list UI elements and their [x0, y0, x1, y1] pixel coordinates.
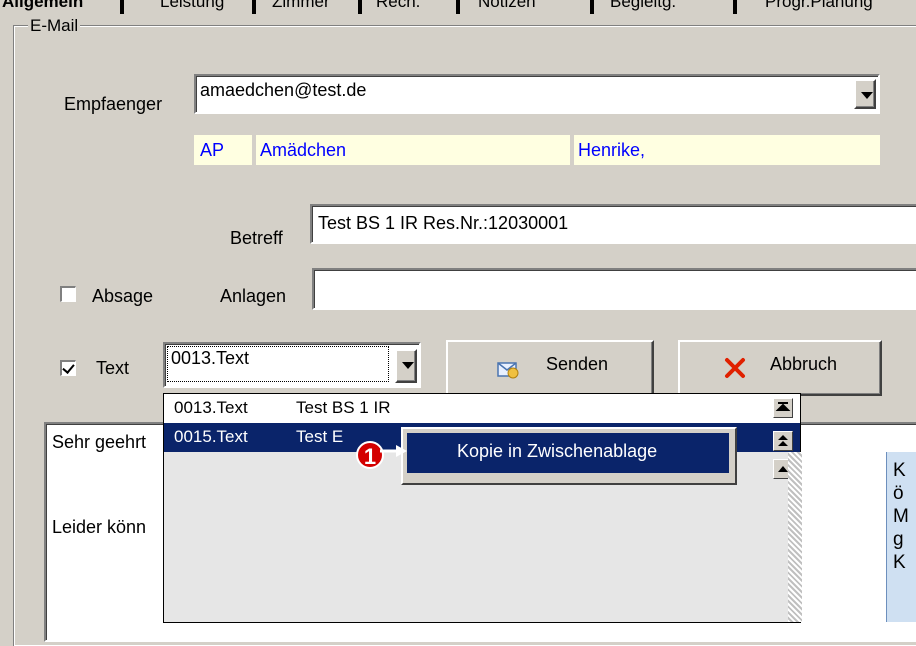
send-button-label: Senden	[546, 354, 609, 374]
subject-value: Test BS 1 IR Res.Nr.:12030001	[318, 213, 569, 233]
absage-checkbox[interactable]	[60, 286, 76, 302]
tab-zimmer[interactable]: Zimmer	[272, 0, 330, 12]
send-button[interactable]: Senden	[446, 340, 654, 396]
email-group-title: E-Mail	[28, 16, 81, 36]
recipient-value: amaedchen@test.de	[200, 80, 367, 100]
cancel-button-label: Abbruch	[770, 354, 838, 374]
attachments-input[interactable]	[312, 268, 916, 310]
tab-rech[interactable]: Rech.	[376, 0, 420, 12]
tab-separator	[456, 0, 460, 14]
tab-notizen[interactable]: Notizen	[478, 0, 536, 12]
list-item-code: 0015.Text	[174, 427, 248, 446]
body-line: Sehr geehrt	[52, 432, 147, 452]
recipient-lastname: Amädchen	[260, 140, 347, 160]
cancel-button[interactable]: Abbruch	[678, 340, 882, 396]
context-menu: Kopie in Zwischenablage	[401, 427, 737, 485]
list-item-name: Test E	[296, 427, 344, 446]
list-item-name: Test BS 1 IR	[296, 398, 391, 417]
pointer-arrow-icon	[380, 445, 407, 457]
firstname-box: Henrike,	[574, 135, 880, 165]
recipient-combobox[interactable]: amaedchen@test.de	[194, 74, 880, 114]
attachments-label: Anlagen	[220, 286, 287, 306]
ap-box: AP	[194, 135, 252, 165]
lastname-box: Amädchen	[256, 135, 570, 165]
tab-separator	[358, 0, 362, 14]
tab-allgemein[interactable]: Allgemein	[2, 0, 83, 12]
tab-separator	[590, 0, 594, 14]
text-template-value: 0013.Text	[171, 348, 250, 368]
tooltip-line: ö	[893, 483, 904, 504]
copy-to-clipboard-label: Kopie in Zwischenablage	[457, 441, 658, 461]
scroll-top-button[interactable]	[773, 398, 793, 418]
text-label: Text	[96, 358, 130, 378]
text-checkbox[interactable]	[60, 360, 76, 376]
tab-separator	[733, 0, 737, 14]
list-item-code: 0013.Text	[174, 398, 248, 417]
page-up-button[interactable]	[773, 431, 793, 451]
tab-separator	[252, 0, 256, 14]
body-line: Leider könn	[52, 517, 147, 537]
tab-begleitg[interactable]: Begleitg.	[610, 0, 676, 12]
tooltip-line: K	[893, 552, 906, 573]
close-icon	[725, 358, 745, 378]
tooltip-line: K	[893, 460, 906, 481]
tab-strip: Allgemein Leistung Zimmer Rech. Notizen …	[0, 0, 916, 14]
scroll-top-icon	[775, 402, 791, 411]
ap-label: AP	[200, 140, 225, 160]
copy-to-clipboard-menu-item[interactable]: Kopie in Zwischenablage	[407, 433, 729, 473]
tooltip-line: M	[893, 506, 909, 527]
tab-leistung[interactable]: Leistung	[160, 0, 224, 12]
send-mail-icon	[497, 362, 519, 379]
subject-label: Betreff	[230, 228, 283, 248]
text-template-combobox[interactable]: 0013.Text	[163, 342, 421, 388]
list-item[interactable]: 0013.Text Test BS 1 IR	[164, 394, 800, 423]
absage-label: Absage	[92, 286, 154, 306]
list-scrollbar-track[interactable]	[788, 452, 802, 622]
tooltip-line: g	[893, 529, 904, 550]
text-template-dropdown-button[interactable]	[395, 349, 417, 383]
tab-separator	[120, 0, 124, 14]
tab-progr-planung[interactable]: Progr.Planung	[765, 0, 873, 12]
page-up-icon	[778, 435, 788, 446]
recipient-firstname: Henrike,	[578, 140, 646, 160]
help-tooltip: K ö M g K	[886, 452, 916, 622]
recipient-dropdown-button[interactable]	[854, 79, 876, 109]
subject-input[interactable]: Test BS 1 IR Res.Nr.:12030001	[310, 204, 916, 244]
recipient-label: Empfaenger	[64, 94, 163, 114]
